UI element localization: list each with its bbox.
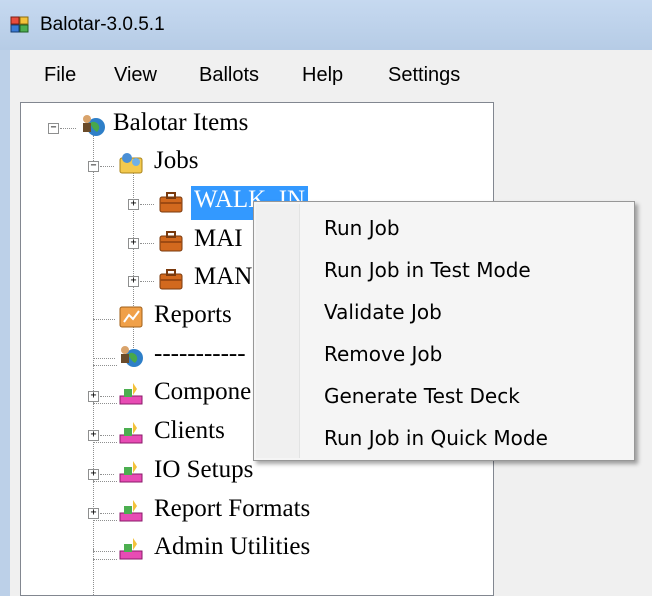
io-setups-icon: [119, 461, 143, 483]
tree-label: MAI: [194, 225, 243, 252]
menu-item-generate-test-deck[interactable]: Generate Test Deck: [324, 384, 520, 408]
menu-ballots[interactable]: Ballots: [199, 64, 259, 87]
tree-line: [100, 513, 114, 514]
admin-utilities-icon: [119, 538, 143, 560]
expand-icon[interactable]: +: [128, 199, 139, 210]
clients-icon: [119, 422, 143, 444]
briefcase-icon: [159, 231, 183, 252]
tree-label: Compone: [154, 378, 252, 405]
globe-people-icon: [121, 346, 143, 367]
tree-line: [140, 204, 154, 205]
expand-icon[interactable]: +: [88, 430, 99, 441]
tree-line: [100, 474, 114, 475]
menu-item-remove-job[interactable]: Remove Job: [324, 342, 442, 366]
tree-item-jobs[interactable]: − Jobs: [21, 147, 491, 183]
tree-label: Balotar Items: [113, 109, 249, 136]
expand-icon[interactable]: +: [128, 276, 139, 287]
menu-file[interactable]: File: [44, 64, 76, 87]
tree-line: [100, 166, 114, 167]
tree-label: Clients: [154, 417, 225, 444]
tree-line: [60, 128, 76, 129]
jobs-folder-icon: [119, 153, 143, 174]
menu-item-run-job[interactable]: Run Job: [324, 216, 400, 240]
menu-item-run-job-quick-mode[interactable]: Run Job in Quick Mode: [324, 426, 548, 450]
tree-label: Report Formats: [154, 495, 311, 522]
expand-icon[interactable]: +: [88, 469, 99, 480]
tree-item-root[interactable]: − Balotar Items: [21, 109, 491, 145]
tree-item-report-formats[interactable]: + Report Formats: [21, 494, 491, 530]
tree-line: [140, 281, 154, 282]
tree-line: [100, 396, 114, 397]
tree-label: Reports: [154, 301, 232, 328]
app-icon: [10, 16, 29, 33]
menu-settings[interactable]: Settings: [388, 64, 460, 87]
tree-item-admin-utilities[interactable]: Admin Utilities: [21, 532, 491, 568]
menu-item-run-job-test-mode[interactable]: Run Job in Test Mode: [324, 258, 531, 282]
menu-help[interactable]: Help: [302, 64, 343, 87]
context-menu: Run Job Run Job in Test Mode Validate Jo…: [253, 201, 635, 461]
tree-label: IO Setups: [154, 456, 254, 483]
title-bar[interactable]: Balotar-3.0.5.1: [0, 0, 652, 50]
expand-icon[interactable]: +: [88, 508, 99, 519]
tree-line: [93, 319, 115, 320]
tree-line: [93, 358, 115, 359]
briefcase-icon: [159, 192, 183, 213]
expand-icon[interactable]: +: [88, 391, 99, 402]
tree-label: Admin Utilities: [154, 533, 311, 560]
collapse-icon[interactable]: −: [88, 161, 99, 172]
report-formats-icon: [119, 500, 143, 522]
tree-line: [93, 551, 115, 552]
tree-label: Jobs: [154, 147, 199, 174]
context-menu-icon-gutter: [256, 204, 300, 458]
components-icon: [119, 383, 143, 405]
tree-line: [100, 435, 114, 436]
collapse-icon[interactable]: −: [48, 123, 59, 134]
menu-item-validate-job[interactable]: Validate Job: [324, 300, 442, 324]
reports-icon: [119, 306, 143, 328]
window-title: Balotar-3.0.5.1: [40, 14, 165, 35]
expand-icon[interactable]: +: [128, 238, 139, 249]
tree-label: MAN: [194, 263, 253, 290]
tree-label: -----------: [154, 340, 246, 367]
tree-line: [140, 243, 154, 244]
briefcase-icon: [159, 269, 183, 290]
globe-people-icon: [83, 115, 105, 136]
menu-bar: File View Ballots Help Settings: [10, 50, 652, 102]
menu-view[interactable]: View: [114, 64, 157, 87]
